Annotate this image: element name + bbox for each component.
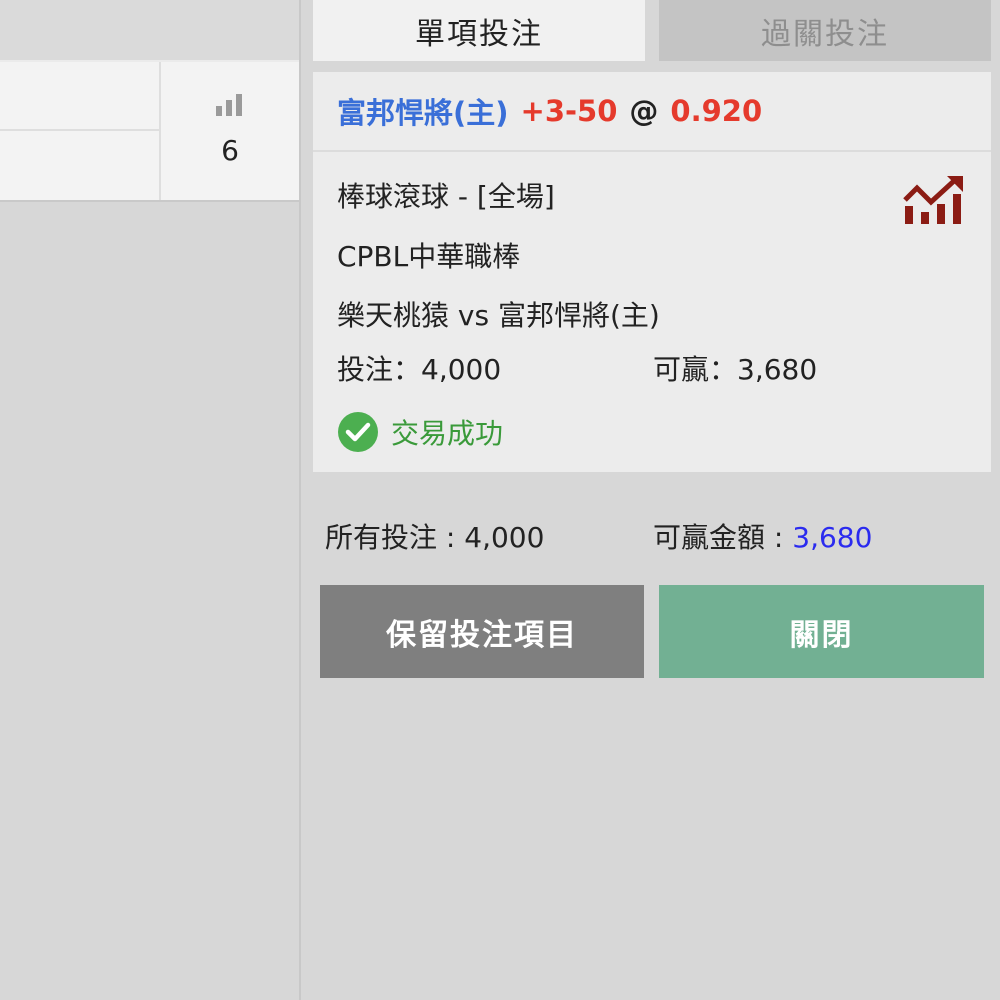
close-button[interactable]: 關閉 <box>659 585 984 678</box>
bet-slip-pane: 單項投注 過關投注 富邦悍將(主) +3-50 @ 0.920 棒球滾球 - [… <box>301 0 1000 1000</box>
potential-win-line: 可贏：3,680 <box>653 348 817 388</box>
win-label: 可贏： <box>653 353 738 386</box>
keep-selections-button[interactable]: 保留投注項目 <box>320 585 644 678</box>
stake-line: 投注：4,000 <box>337 348 501 388</box>
bar-chart-icon <box>216 94 242 116</box>
event-cell[interactable] <box>0 62 159 131</box>
at-sign: @ <box>629 94 659 128</box>
event-row: 6 <box>0 62 299 200</box>
status-text: 交易成功 <box>391 417 504 450</box>
stake-value: 4,000 <box>421 353 502 386</box>
market-name: 棒球滾球 - [全場] <box>337 180 555 213</box>
trend-chart-icon[interactable] <box>903 174 965 226</box>
win-value: 3,680 <box>737 353 818 386</box>
selection-team: 富邦悍將(主) <box>337 96 509 130</box>
total-stake-value: 4,000 <box>464 521 545 554</box>
stake-label: 投注： <box>337 353 422 386</box>
tab-single-bet[interactable]: 單項投注 <box>313 0 645 61</box>
check-circle-icon <box>338 412 378 452</box>
match-name: 樂天桃猿 vs 富邦悍將(主) <box>337 299 660 332</box>
total-win-value: 3,680 <box>792 521 873 554</box>
divider <box>0 200 299 202</box>
bet-selection-header: 富邦悍將(主) +3-50 @ 0.920 <box>313 72 991 152</box>
total-stake-label: 所有投注 : <box>325 521 465 554</box>
total-win: 可贏金額 : 3,680 <box>653 516 872 556</box>
selection-odds: 0.920 <box>670 94 763 128</box>
event-list-header <box>0 0 299 62</box>
event-cell[interactable] <box>0 131 159 198</box>
tab-parlay-bet[interactable]: 過關投注 <box>659 0 991 61</box>
total-stake: 所有投注 : 4,000 <box>325 516 544 556</box>
bet-status: 交易成功 <box>337 410 503 454</box>
stat-count: 6 <box>221 134 239 167</box>
stats-cell[interactable]: 6 <box>161 62 299 200</box>
selection-handicap: +3-50 <box>520 94 618 128</box>
event-list-pane: 6 <box>0 0 299 1000</box>
league-name: CPBL中華職棒 <box>337 240 521 273</box>
total-win-label: 可贏金額 : <box>653 521 793 554</box>
bet-card: 富邦悍將(主) +3-50 @ 0.920 棒球滾球 - [全場] CPBL中華… <box>313 72 991 472</box>
